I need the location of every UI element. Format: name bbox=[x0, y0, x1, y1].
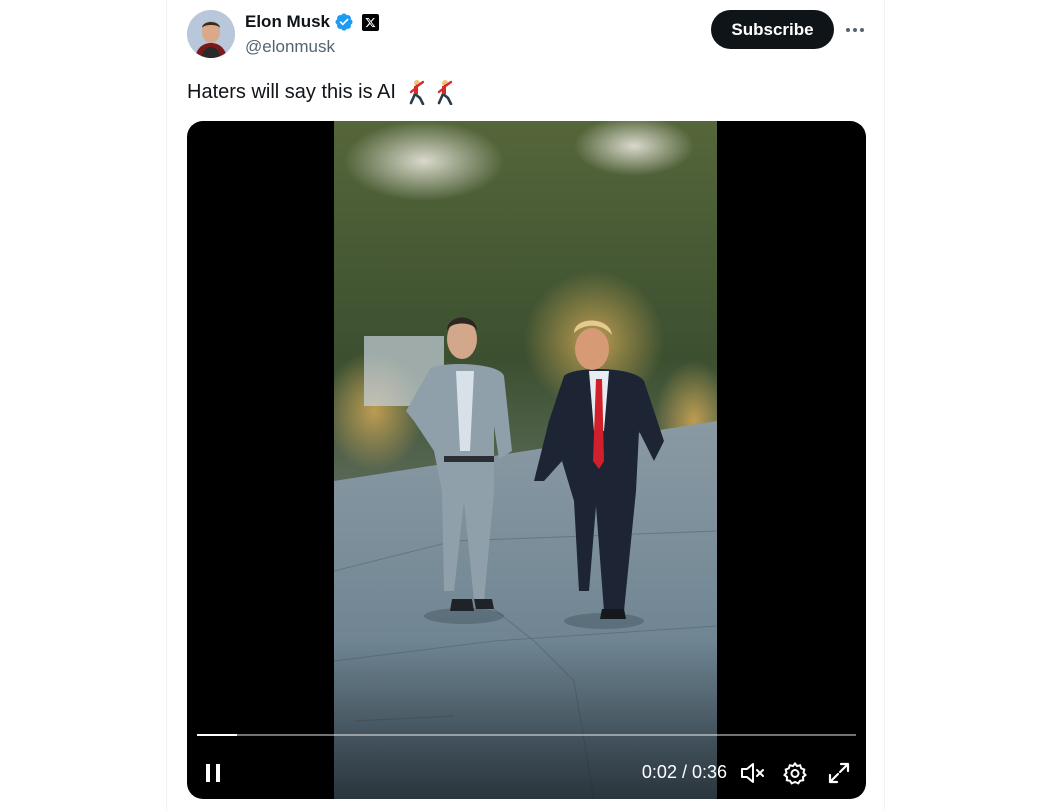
author-handle[interactable]: @elonmusk bbox=[245, 37, 335, 57]
man-dancing-emoji bbox=[406, 79, 428, 106]
avatar[interactable] bbox=[187, 10, 235, 58]
video-progress-fill bbox=[197, 734, 237, 736]
settings-gear-icon[interactable] bbox=[780, 759, 810, 787]
author-name-row: Elon Musk bbox=[245, 12, 380, 32]
fullscreen-expand-icon[interactable] bbox=[824, 759, 854, 787]
x-logo-icon[interactable] bbox=[362, 13, 380, 31]
volume-muted-icon[interactable] bbox=[737, 759, 767, 787]
video-progress-track[interactable] bbox=[197, 734, 856, 736]
post-text-row: Haters will say this is AI bbox=[187, 79, 456, 106]
video-player[interactable]: 0:02 / 0:36 bbox=[187, 121, 866, 799]
verified-badge-icon[interactable] bbox=[334, 12, 354, 32]
more-horizontal-icon[interactable] bbox=[841, 16, 869, 44]
man-dancing-emoji bbox=[434, 79, 456, 106]
post-card: Elon Musk @elonmusk Subscribe Haters wil… bbox=[166, 0, 885, 811]
author-display-name[interactable]: Elon Musk bbox=[245, 12, 330, 32]
video-time-display: 0:02 / 0:36 bbox=[641, 762, 727, 782]
video-frame[interactable] bbox=[334, 121, 717, 799]
subscribe-button[interactable]: Subscribe bbox=[711, 10, 834, 49]
post-text: Haters will say this is AI bbox=[187, 80, 396, 103]
pause-icon[interactable] bbox=[199, 759, 227, 787]
emoji-group bbox=[406, 79, 456, 106]
